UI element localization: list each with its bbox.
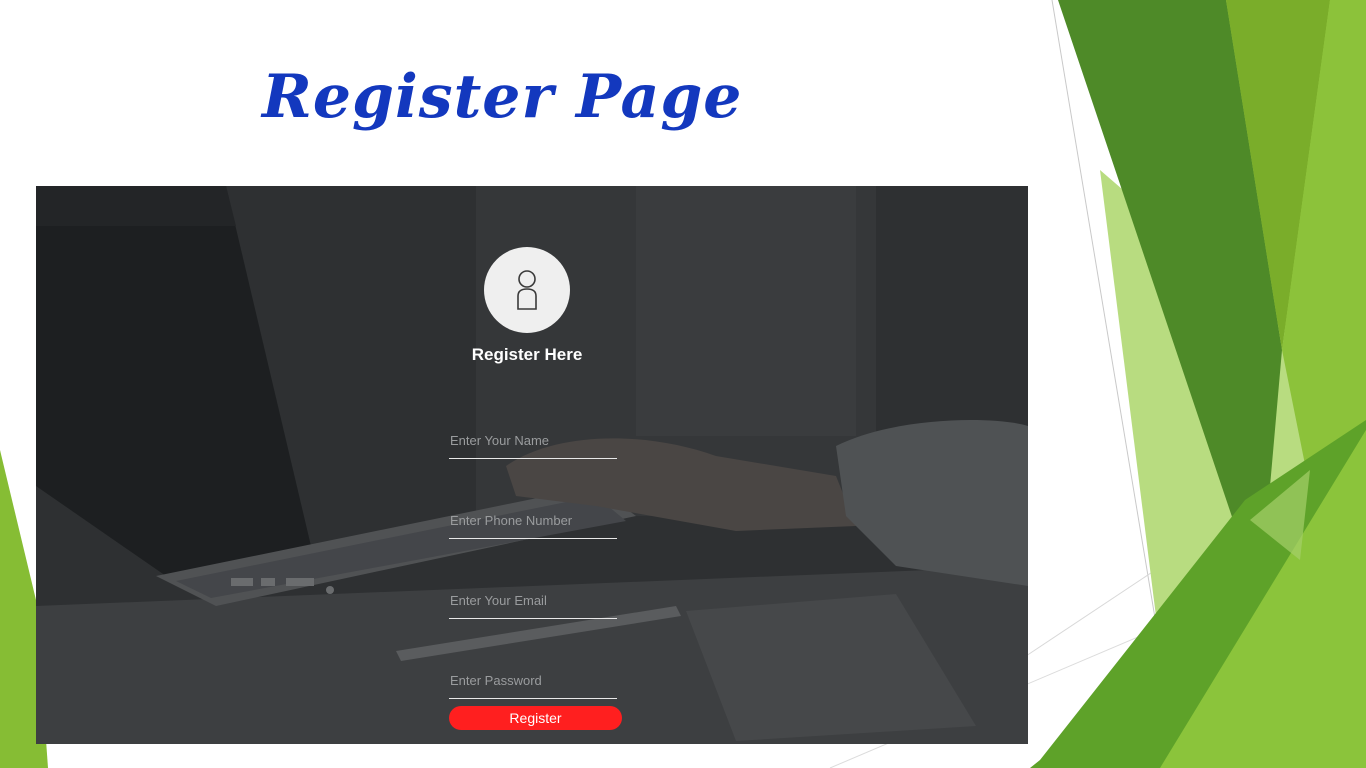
user-avatar bbox=[484, 247, 570, 333]
phone-input[interactable] bbox=[449, 509, 617, 539]
user-icon bbox=[517, 270, 537, 310]
register-heading: Register Here bbox=[471, 345, 583, 364]
presentation-slide: Register Page Register Here Enter Your N… bbox=[0, 0, 1366, 768]
password-input[interactable] bbox=[449, 669, 617, 699]
name-input[interactable] bbox=[449, 429, 617, 459]
slide-title: Register Page bbox=[262, 62, 743, 132]
email-input[interactable] bbox=[449, 589, 617, 619]
register-page-screenshot: Register Here Register bbox=[36, 186, 1028, 744]
register-button[interactable]: Register bbox=[449, 706, 622, 730]
